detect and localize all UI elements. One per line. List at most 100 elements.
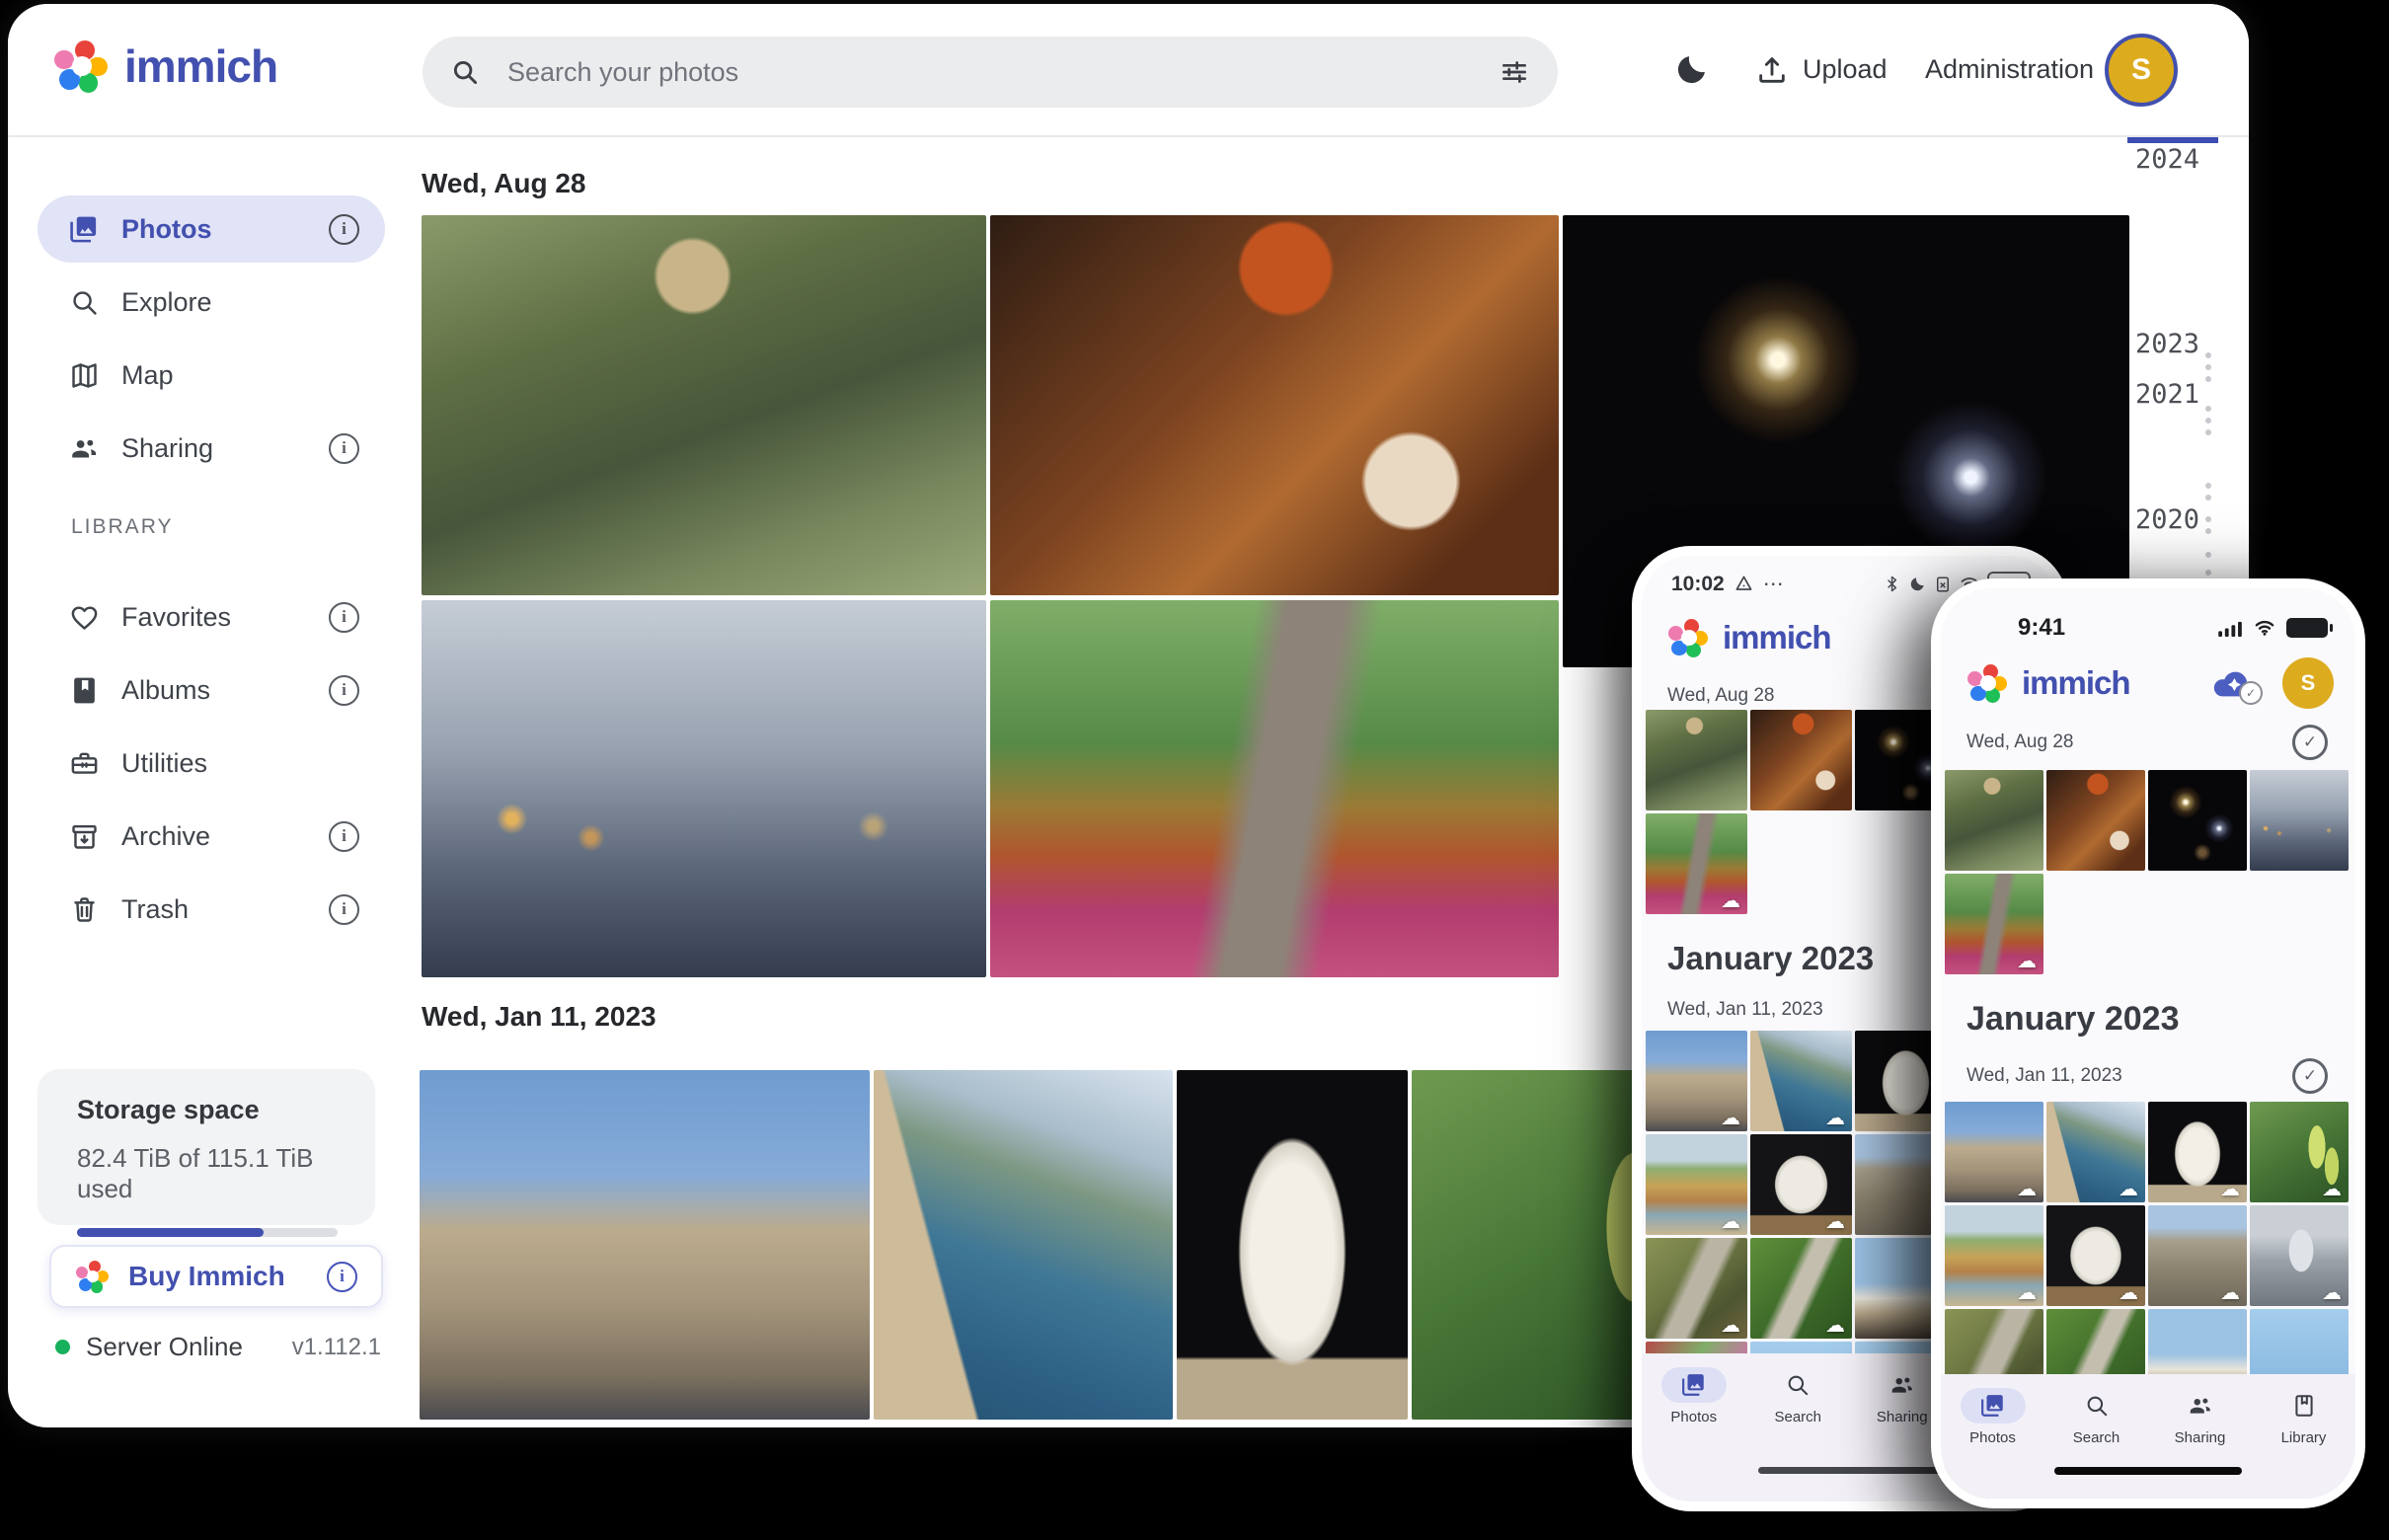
user-avatar[interactable]: S xyxy=(2105,34,2178,107)
info-icon[interactable]: i xyxy=(329,214,359,245)
thumb-dinner[interactable] xyxy=(2046,770,2145,871)
photo-fortress-walls[interactable] xyxy=(420,1070,870,1420)
sidebar-item-label: Archive xyxy=(121,821,329,852)
thumb-cliff[interactable]: ☁ xyxy=(1646,1134,1747,1235)
sidebar-item-albums[interactable]: Albumsi xyxy=(38,656,385,724)
sidebar-item-photos[interactable]: Photosi xyxy=(38,195,385,263)
phone2-nav-search[interactable]: Search xyxy=(2044,1388,2148,1446)
nav-label: Photos xyxy=(1969,1429,2016,1446)
select-day-check-icon[interactable]: ✓ xyxy=(2292,1058,2328,1094)
photo-autumn-park-path[interactable] xyxy=(990,600,1559,977)
upload-icon xyxy=(1755,53,1789,87)
thumb-fireworks[interactable] xyxy=(2148,770,2247,871)
sidebar-item-explore[interactable]: Explore xyxy=(38,269,385,336)
upload-button[interactable]: Upload xyxy=(1755,53,1888,87)
immich-logo[interactable]: immich xyxy=(53,38,277,95)
info-icon[interactable]: i xyxy=(329,433,359,464)
sidebar-item-archive[interactable]: Archivei xyxy=(38,803,385,870)
buy-immich-button[interactable]: Buy Immich i xyxy=(49,1245,383,1308)
thumb-boulder[interactable]: ☁ xyxy=(1750,1134,1852,1235)
cloud-backup-icon: ☁ xyxy=(2322,1280,2342,1304)
scrubber-tick xyxy=(2205,483,2211,489)
sidebar-item-label: Utilities xyxy=(121,748,359,779)
thumb-monument[interactable]: ☁ xyxy=(2250,1205,2349,1306)
notification-icon xyxy=(1734,575,1753,593)
info-icon[interactable]: i xyxy=(329,821,359,852)
buy-info-icon[interactable]: i xyxy=(327,1262,357,1292)
no-sim-icon xyxy=(1934,576,1952,593)
phone2-bottom-nav: Photos Search Sharing Library xyxy=(1941,1374,2355,1499)
library-icon xyxy=(2272,1388,2337,1424)
thumb-bust[interactable]: ☁ xyxy=(2148,1102,2247,1202)
scrubber-year-2020[interactable]: 2020 xyxy=(2109,504,2199,535)
photo-zoo-monkeys[interactable] xyxy=(422,215,986,595)
cloud-backup-icon: ☁ xyxy=(2322,1177,2342,1200)
administration-link[interactable]: Administration xyxy=(1925,54,2094,85)
scrubber-tick xyxy=(2205,516,2211,522)
thumb-monkeys[interactable] xyxy=(1945,770,2043,871)
search-filters-icon[interactable] xyxy=(1499,56,1530,88)
server-online-dot xyxy=(55,1340,70,1354)
bluetooth-icon xyxy=(1884,575,1900,593)
thumb-monkeys[interactable] xyxy=(1646,710,1747,810)
sidebar-item-utilities[interactable]: Utilities xyxy=(38,730,385,797)
photo-marble-bust[interactable] xyxy=(1177,1070,1408,1420)
sidebar-item-favorites[interactable]: Favoritesi xyxy=(38,583,385,651)
thumb-autumn[interactable]: ☁ xyxy=(1945,874,2043,974)
phone1-clock: 10:02 xyxy=(1671,573,1725,596)
phone2-status-bar: 9:41 xyxy=(1941,588,2355,642)
search-icon xyxy=(2064,1388,2129,1424)
scrubber-tick xyxy=(2205,364,2211,370)
phone2-clock: 9:41 xyxy=(2018,614,2065,642)
sidebar-item-trash[interactable]: Trashi xyxy=(38,876,385,943)
select-day-check-icon[interactable]: ✓ xyxy=(2292,725,2328,760)
thumb-berries[interactable]: ☁ xyxy=(2250,1102,2349,1202)
photo-coastal-fort[interactable] xyxy=(874,1070,1173,1420)
app-header: immich Upload Administration S xyxy=(8,4,2249,137)
scrubber-tick xyxy=(2205,406,2211,412)
sidebar-item-sharing[interactable]: Sharingi xyxy=(38,415,385,482)
thumb-mosslizard[interactable]: ☁ xyxy=(1750,1238,1852,1339)
thumb-autumn[interactable]: ☁ xyxy=(1646,813,1747,914)
date-header-jan11: Wed, Jan 11, 2023 xyxy=(422,1001,656,1033)
thumb-cliff[interactable]: ☁ xyxy=(1945,1205,2043,1306)
cloud-backup-icon: ☁ xyxy=(2017,1177,2037,1200)
phone2-screen: 9:41 immich ✓ S Wed, Aug 28 ✓ ☁ January … xyxy=(1941,588,2355,1499)
phone2-user-avatar[interactable]: S xyxy=(2282,657,2334,709)
phone1-nav-photos[interactable]: Photos xyxy=(1642,1367,1746,1425)
thumb-castle[interactable]: ☁ xyxy=(1646,1031,1747,1131)
backup-done-check: ✓ xyxy=(2239,681,2263,705)
thumb-coast[interactable]: ☁ xyxy=(1750,1031,1852,1131)
phone1-nav-search[interactable]: Search xyxy=(1746,1367,1851,1425)
phone2-nav-sharing[interactable]: Sharing xyxy=(2148,1388,2252,1446)
info-icon[interactable]: i xyxy=(329,894,359,925)
scrubber-year-2021[interactable]: 2021 xyxy=(2109,379,2199,410)
thumb-coast[interactable]: ☁ xyxy=(2046,1102,2145,1202)
photo-holding-hands[interactable] xyxy=(422,600,986,977)
scrubber-tick xyxy=(2205,570,2211,576)
thumb-castle[interactable]: ☁ xyxy=(1945,1102,2043,1202)
backup-cloud-icon[interactable]: ✓ xyxy=(2211,665,2257,701)
info-icon[interactable]: i xyxy=(329,602,359,633)
thumb-ruins[interactable]: ☁ xyxy=(2148,1205,2247,1306)
search-bar[interactable] xyxy=(423,37,1558,108)
thumb-dinner[interactable] xyxy=(1750,710,1852,810)
theme-toggle[interactable] xyxy=(1672,4,1710,135)
photo-dinner-table[interactable] xyxy=(990,215,1559,595)
phone2-nav-library[interactable]: Library xyxy=(2252,1388,2355,1446)
cloud-backup-icon: ☁ xyxy=(1721,1209,1740,1233)
thumb-lizard[interactable]: ☁ xyxy=(1646,1238,1747,1339)
phone1-date1: Wed, Aug 28 xyxy=(1667,685,1774,707)
sidebar-item-map[interactable]: Map xyxy=(38,342,385,409)
thumb-hands[interactable] xyxy=(2250,770,2349,871)
immich-marketing-screenshot: { "header": { "logo_text": "immich", "se… xyxy=(0,0,2389,1540)
scrubber-tick xyxy=(2205,352,2211,358)
scrubber-year-2023[interactable]: 2023 xyxy=(2109,329,2199,359)
info-icon[interactable]: i xyxy=(329,675,359,706)
photos-icon xyxy=(69,214,100,245)
thumb-boulder[interactable]: ☁ xyxy=(2046,1205,2145,1306)
phone1-home-indicator xyxy=(1758,1467,1942,1474)
search-input[interactable] xyxy=(505,56,1499,89)
scrubber-year-2024[interactable]: 2024 xyxy=(2109,144,2199,175)
phone2-nav-photos[interactable]: Photos xyxy=(1941,1388,2044,1446)
